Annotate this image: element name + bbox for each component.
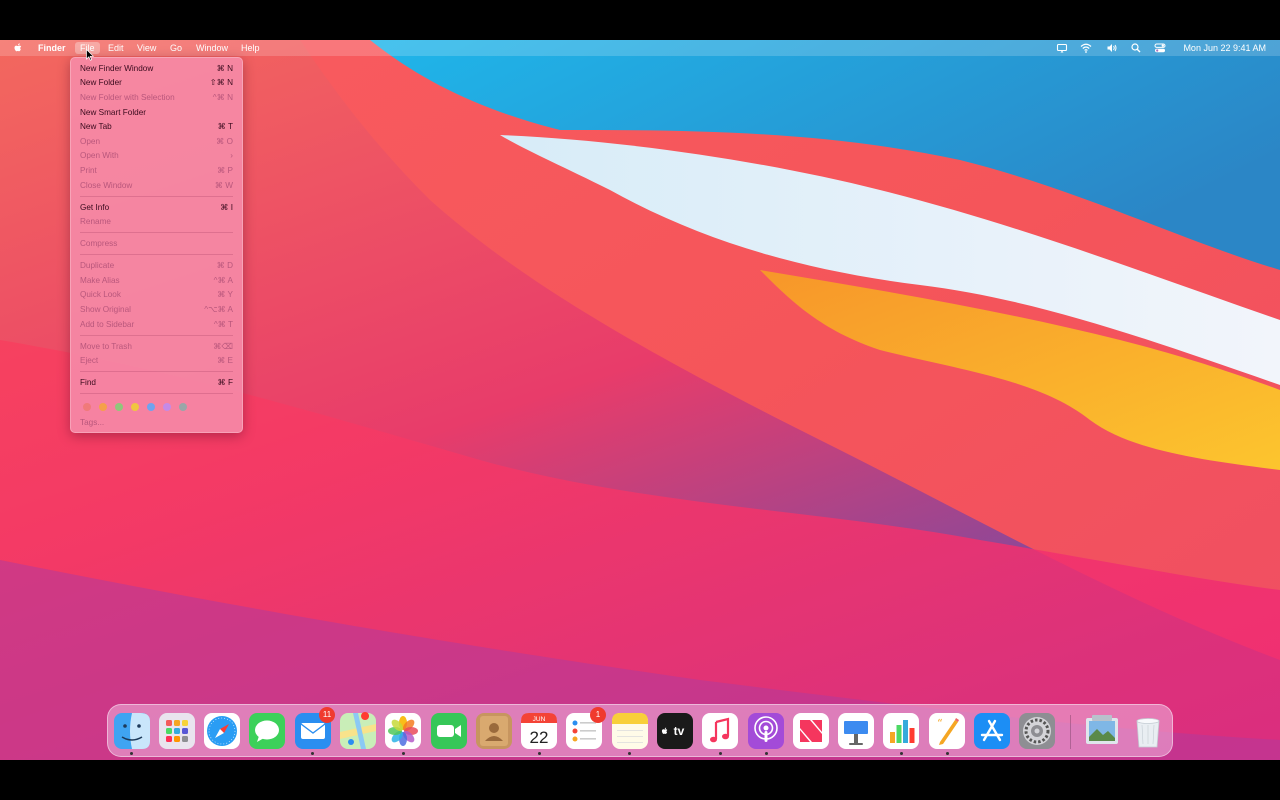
menu-item-new-tab[interactable]: New Tab ⌘ T: [80, 120, 233, 134]
menu-item-rename: Rename: [80, 217, 111, 226]
menu-item-new-smart-folder[interactable]: New Smart Folder: [80, 106, 233, 120]
menu-item-tags: Tags...: [80, 418, 105, 427]
menu-edit[interactable]: Edit: [108, 43, 124, 53]
running-indicator: [719, 752, 722, 755]
menu-bar: Finder File Edit View Go Window Help Mon…: [0, 40, 1280, 56]
calendar-day: 22: [530, 728, 549, 747]
running-indicator: [130, 752, 133, 755]
tag-blue[interactable]: [147, 403, 155, 411]
menu-item-make-alias: Make Alias ^⌘ A: [80, 276, 233, 285]
podcasts-icon[interactable]: [747, 712, 785, 750]
spotlight-search-icon[interactable]: [1130, 42, 1142, 54]
desktop[interactable]: Finder File Edit View Go Window Help Mon…: [0, 40, 1280, 760]
volume-icon[interactable]: [1106, 42, 1118, 54]
calendar-icon[interactable]: JUN 22: [520, 712, 558, 750]
menu-item-compress: Compress: [80, 239, 118, 248]
menu-separator: [80, 232, 233, 233]
menu-app-finder[interactable]: Finder: [38, 43, 66, 53]
menu-item-find[interactable]: Find ⌘ F: [80, 376, 233, 390]
finder-icon[interactable]: [113, 712, 151, 750]
notes-icon[interactable]: [611, 712, 649, 750]
calendar-month: JUN: [533, 716, 546, 723]
mail-icon[interactable]: 11: [294, 707, 335, 750]
app-store-icon[interactable]: [973, 712, 1011, 750]
menu-item-duplicate: Duplicate ⌘ D: [80, 261, 233, 270]
wifi-icon[interactable]: [1080, 42, 1092, 54]
menu-help[interactable]: Help: [241, 43, 260, 53]
display-mirroring-icon[interactable]: [1056, 42, 1068, 54]
running-indicator: [311, 752, 314, 755]
menu-item-new-folder-with-selection: New Folder with Selection ^⌘ N: [80, 93, 233, 102]
menu-separator: [80, 254, 233, 255]
tag-purple[interactable]: [163, 403, 171, 411]
menu-item-open: Open ⌘ O: [80, 137, 233, 146]
pages-quote-glyph: “: [937, 717, 943, 730]
tv-label: tv: [674, 724, 685, 738]
messages-icon[interactable]: [248, 712, 286, 750]
dock-separator: [1070, 715, 1071, 749]
menu-window[interactable]: Window: [196, 43, 228, 53]
contacts-icon[interactable]: [475, 712, 513, 750]
menu-bar-clock[interactable]: Mon Jun 22 9:41 AM: [1183, 43, 1266, 53]
menu-item-print: Print ⌘ P: [80, 166, 233, 175]
tag-green[interactable]: [115, 403, 123, 411]
menu-item-close-window: Close Window ⌘ W: [80, 181, 233, 190]
apple-menu-icon[interactable]: [12, 42, 24, 54]
menu-separator: [80, 335, 233, 336]
facetime-icon[interactable]: [430, 712, 468, 750]
mouse-cursor-icon: [86, 49, 94, 61]
menu-go[interactable]: Go: [170, 43, 182, 53]
pages-icon[interactable]: “: [928, 712, 966, 750]
tag-orange[interactable]: [99, 403, 107, 411]
reminders-badge: 1: [590, 707, 606, 723]
system-preferences-icon[interactable]: [1018, 712, 1056, 750]
menu-item-move-to-trash: Move to Trash ⌘⌫: [80, 342, 233, 351]
tag-yellow[interactable]: [131, 403, 139, 411]
menu-item-open-with: Open With ›: [80, 151, 233, 160]
news-icon[interactable]: [792, 712, 830, 750]
reminders-icon[interactable]: 1: [565, 707, 606, 750]
photos-icon[interactable]: [384, 712, 422, 750]
menu-item-get-info[interactable]: Get Info ⌘ I: [80, 201, 233, 215]
running-indicator: [538, 752, 541, 755]
maps-icon[interactable]: [339, 712, 377, 750]
safari-icon[interactable]: [203, 712, 241, 750]
running-indicator: [628, 752, 631, 755]
menu-view[interactable]: View: [137, 43, 156, 53]
menu-separator: [80, 371, 233, 372]
tv-icon[interactable]: tv: [656, 712, 694, 750]
menu-item-quick-look: Quick Look ⌘ Y: [80, 290, 233, 299]
menu-separator: [80, 393, 233, 394]
running-indicator: [765, 752, 768, 755]
tag-gray[interactable]: [179, 403, 187, 411]
keynote-icon[interactable]: [837, 712, 875, 750]
menu-item-eject: Eject ⌘ E: [80, 356, 233, 365]
menu-item-show-original: Show Original ^⌥⌘ A: [80, 305, 233, 314]
trash-icon[interactable]: [1129, 712, 1167, 750]
running-indicator: [900, 752, 903, 755]
menu-item-new-folder[interactable]: New Folder ⇧⌘ N: [80, 76, 233, 90]
menu-separator: [80, 196, 233, 197]
dock: 11 JUN 22 1 tv “: [107, 704, 1173, 757]
numbers-icon[interactable]: [882, 712, 920, 750]
control-center-icon[interactable]: [1154, 42, 1166, 54]
mail-badge: 11: [319, 707, 335, 723]
menu-item-add-to-sidebar: Add to Sidebar ^⌘ T: [80, 320, 233, 329]
preview-icon[interactable]: [1083, 712, 1121, 750]
menu-item-new-finder-window[interactable]: New Finder Window ⌘ N: [80, 62, 233, 76]
music-icon[interactable]: [701, 712, 739, 750]
launchpad-icon[interactable]: [158, 712, 196, 750]
tag-red[interactable]: [83, 403, 91, 411]
running-indicator: [946, 752, 949, 755]
file-menu-dropdown: New Finder Window ⌘ N New Folder ⇧⌘ N New …: [70, 57, 243, 433]
running-indicator: [402, 752, 405, 755]
